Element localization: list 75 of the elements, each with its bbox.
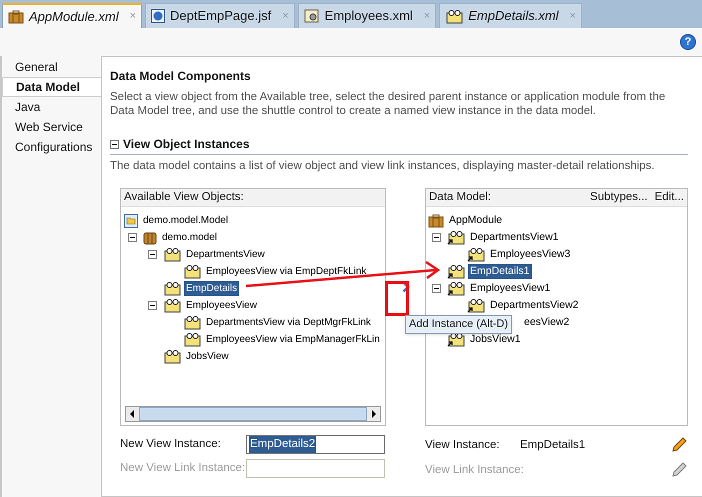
collapse-toggle[interactable] <box>148 301 157 310</box>
tree-node[interactable]: DepartmentsView <box>184 247 267 262</box>
subsection-title: View Object Instances <box>123 136 250 153</box>
goggles-arrow-icon <box>467 247 485 262</box>
editor-tab[interactable]: Employees.xml × <box>298 3 436 28</box>
goggles-arrow-icon <box>447 230 465 246</box>
subsection-description: The data model contains a list of view object and view link instances, displaying master-detail relationships. <box>110 159 656 174</box>
field-label: View Instance: <box>425 438 501 453</box>
collapse-toggle[interactable] <box>110 140 119 148</box>
nav-item[interactable]: Web Service <box>2 117 101 137</box>
collapse-toggle[interactable] <box>148 250 157 260</box>
highlight-frame <box>385 281 409 316</box>
package-icon <box>143 230 157 245</box>
goggles-icon <box>183 264 201 280</box>
header-link[interactable]: Subtypes... <box>590 189 648 206</box>
nav-item[interactable]: Data Model <box>2 77 101 97</box>
tree-node[interactable]: demo.model.Model <box>141 213 230 228</box>
tree-node[interactable]: AppModule <box>447 213 504 228</box>
nav-item[interactable]: Configurations <box>2 137 101 157</box>
field-label: New View Link Instance: <box>120 461 246 476</box>
text-field[interactable] <box>246 459 385 478</box>
tree-node[interactable]: eesView2 <box>522 315 572 330</box>
goggles-icon <box>183 332 201 348</box>
editor-tab[interactable]: EmpDetails.xml × <box>439 3 582 28</box>
text-field[interactable]: EmpDetails2 <box>246 435 385 454</box>
goggles-icon <box>163 298 181 314</box>
pencil-icon[interactable] <box>670 436 688 454</box>
tooltip: Add Instance (Alt-D) <box>405 315 512 334</box>
folder-icon <box>124 214 138 228</box>
header-link[interactable]: Edit... <box>654 189 684 206</box>
editor-tab[interactable]: AppModule.xml × <box>2 3 142 28</box>
tree-node[interactable]: JobsView1 <box>468 332 523 348</box>
tree-node[interactable]: EmployeesView <box>184 298 259 314</box>
editor-tab[interactable]: DeptEmpPage.jsf × <box>145 3 295 28</box>
tree-node[interactable]: EmployeesView via EmpDeptFkLink <box>204 264 368 280</box>
nav-item[interactable]: General <box>2 57 101 77</box>
tab-label: Employees.xml <box>324 7 413 26</box>
tree-node[interactable]: EmpDetails1 <box>468 264 532 280</box>
tree-node[interactable]: EmpDetails <box>184 281 240 296</box>
horizontal-scrollbar[interactable] <box>125 406 381 422</box>
section-title: Data Model Components <box>110 68 252 85</box>
tree-node[interactable]: EmployeesView via EmpManagerFkLin <box>204 332 382 348</box>
panel-header: Available View Objects: <box>121 189 385 208</box>
briefcase-icon <box>428 214 444 228</box>
field-value: EmpDetails1 <box>520 438 586 453</box>
help-button[interactable]: ? <box>680 34 696 50</box>
tab-label: EmpDetails.xml <box>468 7 559 26</box>
chevron-right-icon <box>402 281 410 294</box>
goggles-arrow-icon <box>467 298 485 314</box>
tree-node[interactable]: demo.model <box>160 230 220 246</box>
goggles-icon <box>163 349 181 364</box>
tree-node[interactable]: EmployeesView1 <box>468 281 552 296</box>
tree-node[interactable]: JobsView <box>184 349 231 364</box>
collapse-toggle[interactable] <box>432 233 441 242</box>
tree-node[interactable]: DepartmentsView2 <box>488 298 581 314</box>
goggles-icon <box>163 247 181 262</box>
field-label: New View Instance: <box>120 437 222 452</box>
tab-label: DeptEmpPage.jsf <box>170 7 272 26</box>
tree-node[interactable]: EmployeesView3 <box>488 247 572 262</box>
intro-text: Select a view object from the Available tree, select the desired parent instance or application module from the Data Model tree, and use the shuttle control to create a named view instance in the data model. <box>110 90 666 118</box>
goggles-arrow-icon <box>447 332 465 348</box>
globe-page-icon <box>151 9 166 23</box>
nav-item[interactable]: Java <box>2 97 101 117</box>
goggles-icon <box>183 315 201 330</box>
goggles-icon <box>445 8 464 24</box>
collapse-toggle[interactable] <box>432 284 441 294</box>
goggles-arrow-icon <box>447 281 465 296</box>
panel-title: Data Model: <box>429 190 492 206</box>
collapse-toggle[interactable] <box>128 233 137 242</box>
tab-label: AppModule.xml <box>29 8 119 26</box>
tree-node[interactable]: DepartmentsView1 <box>468 230 561 246</box>
goggles-icon <box>163 281 181 296</box>
tree-node[interactable]: DepartmentsView via DeptMgrFkLink <box>204 315 373 330</box>
goggles-arrow-icon <box>447 264 465 280</box>
briefcase-icon <box>8 10 24 24</box>
